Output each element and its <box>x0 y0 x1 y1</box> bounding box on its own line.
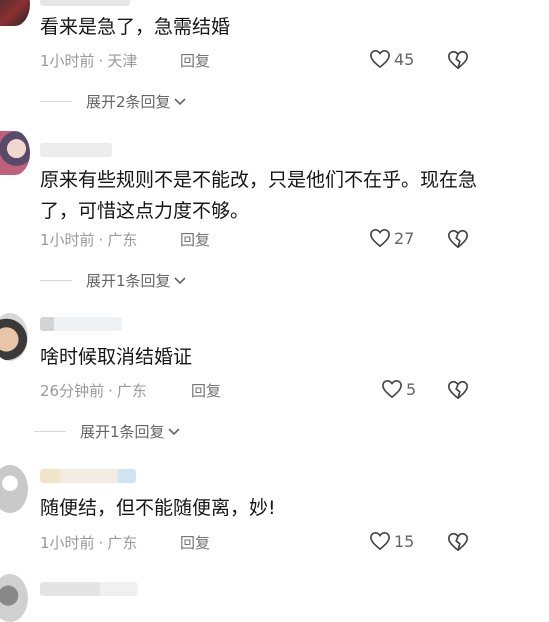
like-count: 5 <box>406 379 417 399</box>
comment-time: 1小时前 <box>40 231 95 249</box>
comment-meta: 1小时前 · 天津 <box>40 50 137 71</box>
chevron-down-icon <box>167 427 180 435</box>
comment-time: 1小时前 <box>40 52 95 70</box>
chevron-down-icon <box>173 276 186 284</box>
comment-text: 看来是急了，急需结婚 <box>40 16 231 38</box>
username-blurred <box>40 317 122 331</box>
comment-location: 广东 <box>107 231 138 249</box>
dislike-icon[interactable] <box>447 49 469 71</box>
username-blurred <box>40 469 136 483</box>
username-blurred <box>40 143 112 157</box>
avatar[interactable] <box>0 313 28 361</box>
reply-button[interactable]: 回复 <box>180 532 210 553</box>
expand-replies[interactable]: 展开2条回复 <box>40 91 186 112</box>
expand-replies-label: 展开1条回复 <box>86 272 171 290</box>
meta-separator: · <box>98 52 104 70</box>
heart-icon <box>370 49 390 69</box>
reply-button[interactable]: 回复 <box>180 50 210 71</box>
comment-meta: 1小时前 · 广东 <box>40 229 137 250</box>
expand-replies-label: 展开1条回复 <box>80 423 165 441</box>
meta-separator: · <box>98 534 104 552</box>
comment-time: 1小时前 <box>40 534 95 552</box>
avatar[interactable] <box>0 0 30 26</box>
like-button[interactable]: 45 <box>369 49 414 69</box>
comment-location: 天津 <box>107 52 138 70</box>
heart-icon <box>370 228 390 248</box>
expand-replies[interactable]: 展开1条回复 <box>40 270 186 291</box>
reply-button[interactable]: 回复 <box>180 229 210 250</box>
meta-separator: · <box>108 382 113 400</box>
dislike-icon[interactable] <box>447 531 469 553</box>
reply-button[interactable]: 回复 <box>191 380 221 401</box>
heart-icon <box>370 531 390 551</box>
meta-separator: · <box>98 231 104 249</box>
divider-line <box>40 101 72 102</box>
divider-line <box>40 280 72 281</box>
like-button[interactable]: 15 <box>369 531 414 551</box>
expand-replies[interactable]: 展开1条回复 <box>34 421 180 442</box>
like-button[interactable]: 5 <box>381 379 416 399</box>
comment-text: 随便结，但不能随便离，妙! <box>40 497 276 519</box>
avatar[interactable] <box>0 465 28 513</box>
expand-replies-label: 展开2条回复 <box>86 93 171 111</box>
avatar[interactable] <box>0 574 28 622</box>
dislike-icon[interactable] <box>447 379 469 401</box>
comment-location: 广东 <box>116 382 147 400</box>
like-count: 27 <box>394 228 415 248</box>
comment-meta: 26分钟前 · 广东 <box>40 380 147 401</box>
divider-line <box>34 431 66 432</box>
comment-meta: 1小时前 · 广东 <box>40 532 137 553</box>
comment-text: 原来有些规则不是不能改，只是他们不在乎。现在急了，可惜这点力度不够。 <box>40 169 478 222</box>
username-blurred <box>40 582 138 596</box>
dislike-icon[interactable] <box>447 228 469 250</box>
heart-icon <box>382 379 402 399</box>
comment-text: 啥时候取消结婚证 <box>40 346 193 368</box>
avatar[interactable] <box>0 131 30 175</box>
username-blurred <box>40 0 130 6</box>
chevron-down-icon <box>173 97 186 105</box>
like-button[interactable]: 27 <box>369 228 414 248</box>
like-count: 45 <box>394 49 415 69</box>
like-count: 15 <box>394 531 415 551</box>
comment-time: 26分钟前 <box>40 382 105 400</box>
comment-location: 广东 <box>107 534 138 552</box>
